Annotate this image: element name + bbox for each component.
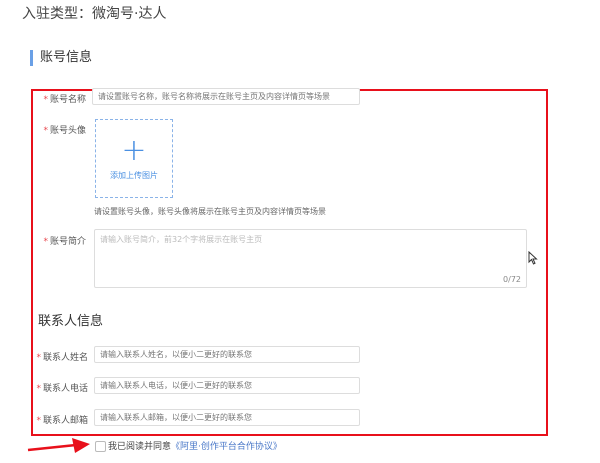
account-name-input[interactable] (92, 88, 360, 105)
cursor-icon (528, 251, 538, 265)
name-label: * 账号名称 (43, 95, 86, 105)
upload-label: 添加上传图片 (110, 171, 158, 180)
contact-phone-label: * 联系人电话 (36, 384, 88, 394)
contact-name-input[interactable] (94, 346, 360, 363)
contact-phone-input[interactable] (94, 377, 360, 394)
agreement-checkbox[interactable] (95, 441, 106, 452)
avatar-label: * 账号头像 (43, 126, 86, 136)
contact-section-title: 联系人信息 (38, 314, 104, 329)
plus-icon: + (121, 133, 147, 168)
avatar-upload-button[interactable]: + 添加上传图片 (95, 119, 173, 198)
agreement-link[interactable]: 《阿里·创作平台合作协议》 (171, 442, 282, 452)
red-arrow-icon (27, 438, 90, 453)
char-counter: 0/72 (503, 275, 521, 284)
intro-label: * 账号简介 (43, 237, 86, 247)
contact-name-label: * 联系人姓名 (36, 353, 88, 363)
contact-email-label: * 联系人邮箱 (36, 416, 88, 426)
entry-type: 入驻类型：微淘号·达人 (22, 6, 167, 22)
avatar-hint: 请设置账号头像，账号头像将展示在账号主页及内容详情页等场景 (94, 207, 326, 216)
contact-email-input[interactable] (94, 409, 360, 426)
account-section-title: 账号信息 (30, 50, 92, 66)
intro-placeholder: 请输入账号简介，前32个字将展示在账号主页 (100, 235, 263, 244)
agreement-text: 我已阅读并同意《阿里·创作平台合作协议》 (108, 442, 282, 452)
account-intro-textarea[interactable]: 请输入账号简介，前32个字将展示在账号主页 0/72 (94, 229, 527, 288)
